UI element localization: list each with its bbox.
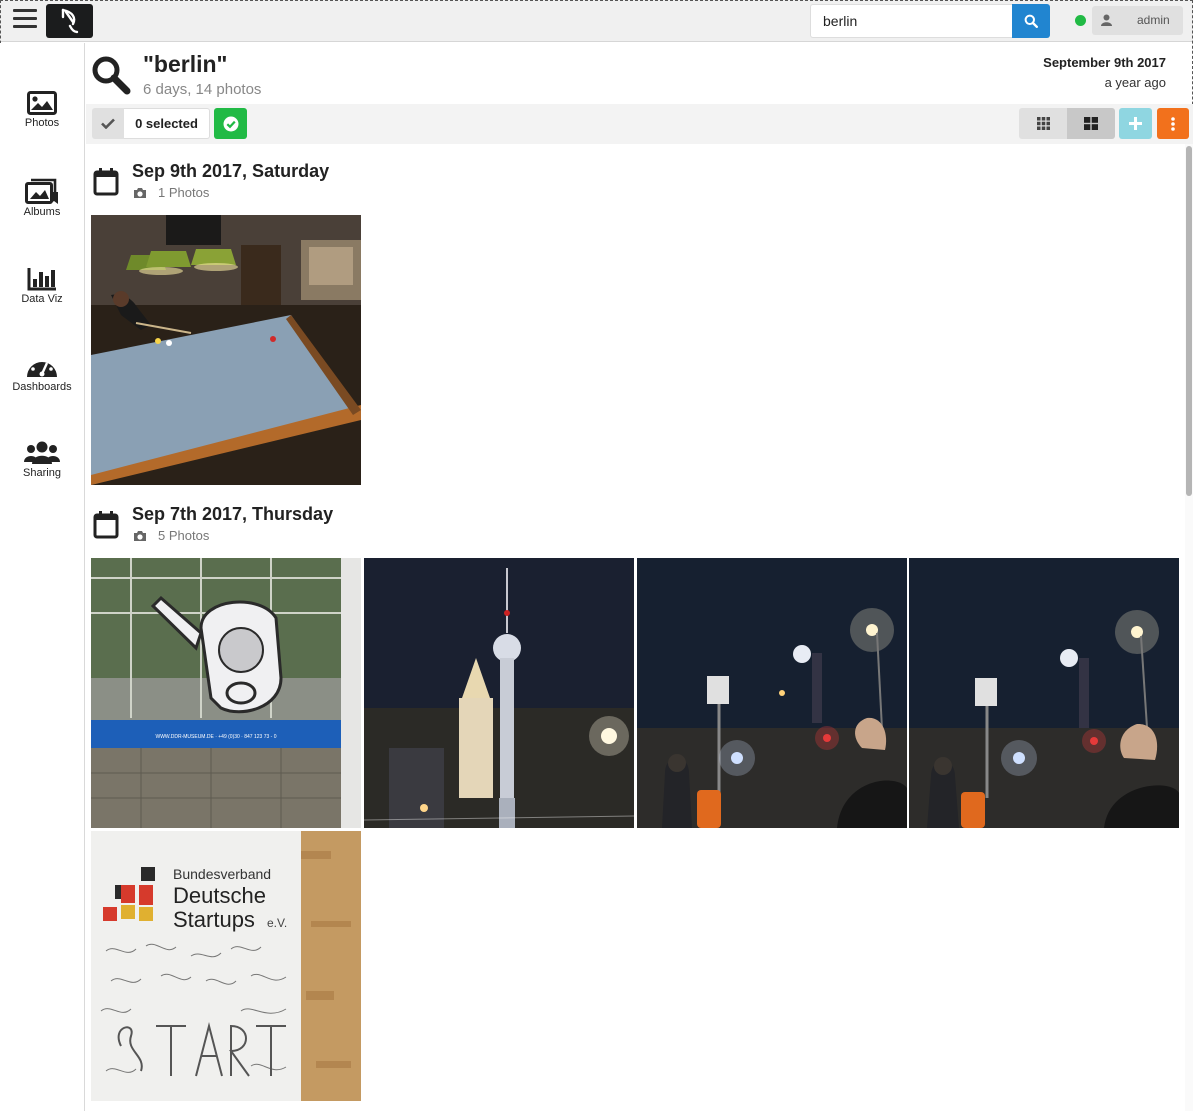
day-title: Sep 7th 2017, Thursday xyxy=(132,504,334,524)
photo-thumbnail-billiards[interactable] xyxy=(91,215,361,485)
search-icon xyxy=(92,56,131,95)
user-name: admin xyxy=(1137,13,1170,27)
add-to-album-button[interactable] xyxy=(1119,108,1152,139)
sidebar-item-label: Albums xyxy=(23,206,61,218)
dashboard-icon xyxy=(27,356,57,377)
photo-thumbnail-street-night[interactable] xyxy=(637,558,907,828)
grid-small-icon xyxy=(1036,117,1050,130)
photo-thumbnail-street-night[interactable] xyxy=(909,558,1179,828)
search-button[interactable] xyxy=(1012,4,1050,38)
day-title: Sep 9th 2017, Saturday xyxy=(132,161,330,181)
camera-icon xyxy=(134,530,146,541)
day-photo-count: 5 Photos xyxy=(133,528,209,543)
large-grid-button[interactable] xyxy=(1067,108,1115,139)
photo-thumbnail-startup-board[interactable]: Bundesverband Deutsche Startups e.V. xyxy=(91,831,361,1101)
board-text-suffix: e.V. xyxy=(267,916,287,930)
user-menu-button[interactable]: admin xyxy=(1092,6,1183,35)
vertical-ellipsis-icon xyxy=(1171,116,1175,131)
sidebar-item-label: Sharing xyxy=(23,467,61,479)
sidebar-item-sharing[interactable]: Sharing xyxy=(0,441,84,511)
search-icon xyxy=(1024,14,1038,28)
board-text-line3: Startups xyxy=(173,907,255,932)
page-subtitle: 6 days, 14 photos xyxy=(143,81,262,98)
header-relative-date: a year ago xyxy=(1104,75,1166,90)
board-text-line2: Deutsche xyxy=(173,883,266,908)
scrollbar-thumb[interactable] xyxy=(1186,146,1192,496)
sidebar-item-label: Data Viz xyxy=(21,293,63,305)
more-options-button[interactable] xyxy=(1157,108,1189,139)
photo-thumbnail-museum-window[interactable]: WWW.DDR-MUSEUM.DE · +49 (0)30 · 847 123 … xyxy=(91,558,361,828)
sidebar-item-dashboards[interactable]: Dashboards xyxy=(0,353,84,423)
online-status-dot xyxy=(1075,15,1086,26)
sidebar-item-label: Photos xyxy=(24,117,60,129)
search-bar xyxy=(810,4,1050,38)
photo-thumbnail-tv-tower[interactable] xyxy=(364,558,634,828)
select-confirm-button[interactable] xyxy=(214,108,247,139)
grid-large-icon xyxy=(1084,117,1098,130)
small-grid-button[interactable] xyxy=(1019,108,1067,139)
page-title: "berlin" xyxy=(143,51,228,77)
app-logo[interactable] xyxy=(46,4,93,38)
board-text-line1: Bundesverband xyxy=(173,866,271,882)
albums-icon xyxy=(25,178,58,204)
sidebar-item-label: Dashboards xyxy=(12,381,72,393)
bar-chart-icon xyxy=(27,268,56,291)
selected-count[interactable]: 0 selected xyxy=(124,108,210,139)
museum-banner-text: WWW.DDR-MUSEUM.DE · +49 (0)30 · 847 123 … xyxy=(155,734,276,740)
day-photo-count: 1 Photos xyxy=(133,185,209,200)
plus-icon xyxy=(1129,117,1142,130)
calendar-icon xyxy=(93,511,119,539)
day-count-label: 1 Photos xyxy=(158,185,210,200)
select-all-button[interactable] xyxy=(92,108,124,139)
menu-icon[interactable] xyxy=(13,9,37,31)
photo-icon xyxy=(27,91,57,115)
camera-icon xyxy=(134,187,146,198)
sidebar-item-albums[interactable]: Albums xyxy=(0,178,84,248)
sidebar-item-photos[interactable]: Photos xyxy=(0,91,84,161)
check-circle-icon xyxy=(223,116,238,131)
scrollbar[interactable] xyxy=(1185,144,1193,1111)
day-count-label: 5 Photos xyxy=(158,528,210,543)
header-date: September 9th 2017 xyxy=(1043,55,1166,70)
top-bar: admin xyxy=(0,0,1193,130)
user-icon xyxy=(1101,14,1112,26)
sidebar-item-data-viz[interactable]: Data Viz xyxy=(0,267,84,337)
selection-toolbar: 0 selected xyxy=(86,104,1193,144)
check-icon xyxy=(101,118,115,129)
sidebar: Photos Albums Data Viz Dashboards Sharin… xyxy=(0,43,85,1111)
search-input[interactable] xyxy=(810,4,1013,38)
calendar-icon xyxy=(93,168,119,196)
users-icon xyxy=(24,441,60,464)
